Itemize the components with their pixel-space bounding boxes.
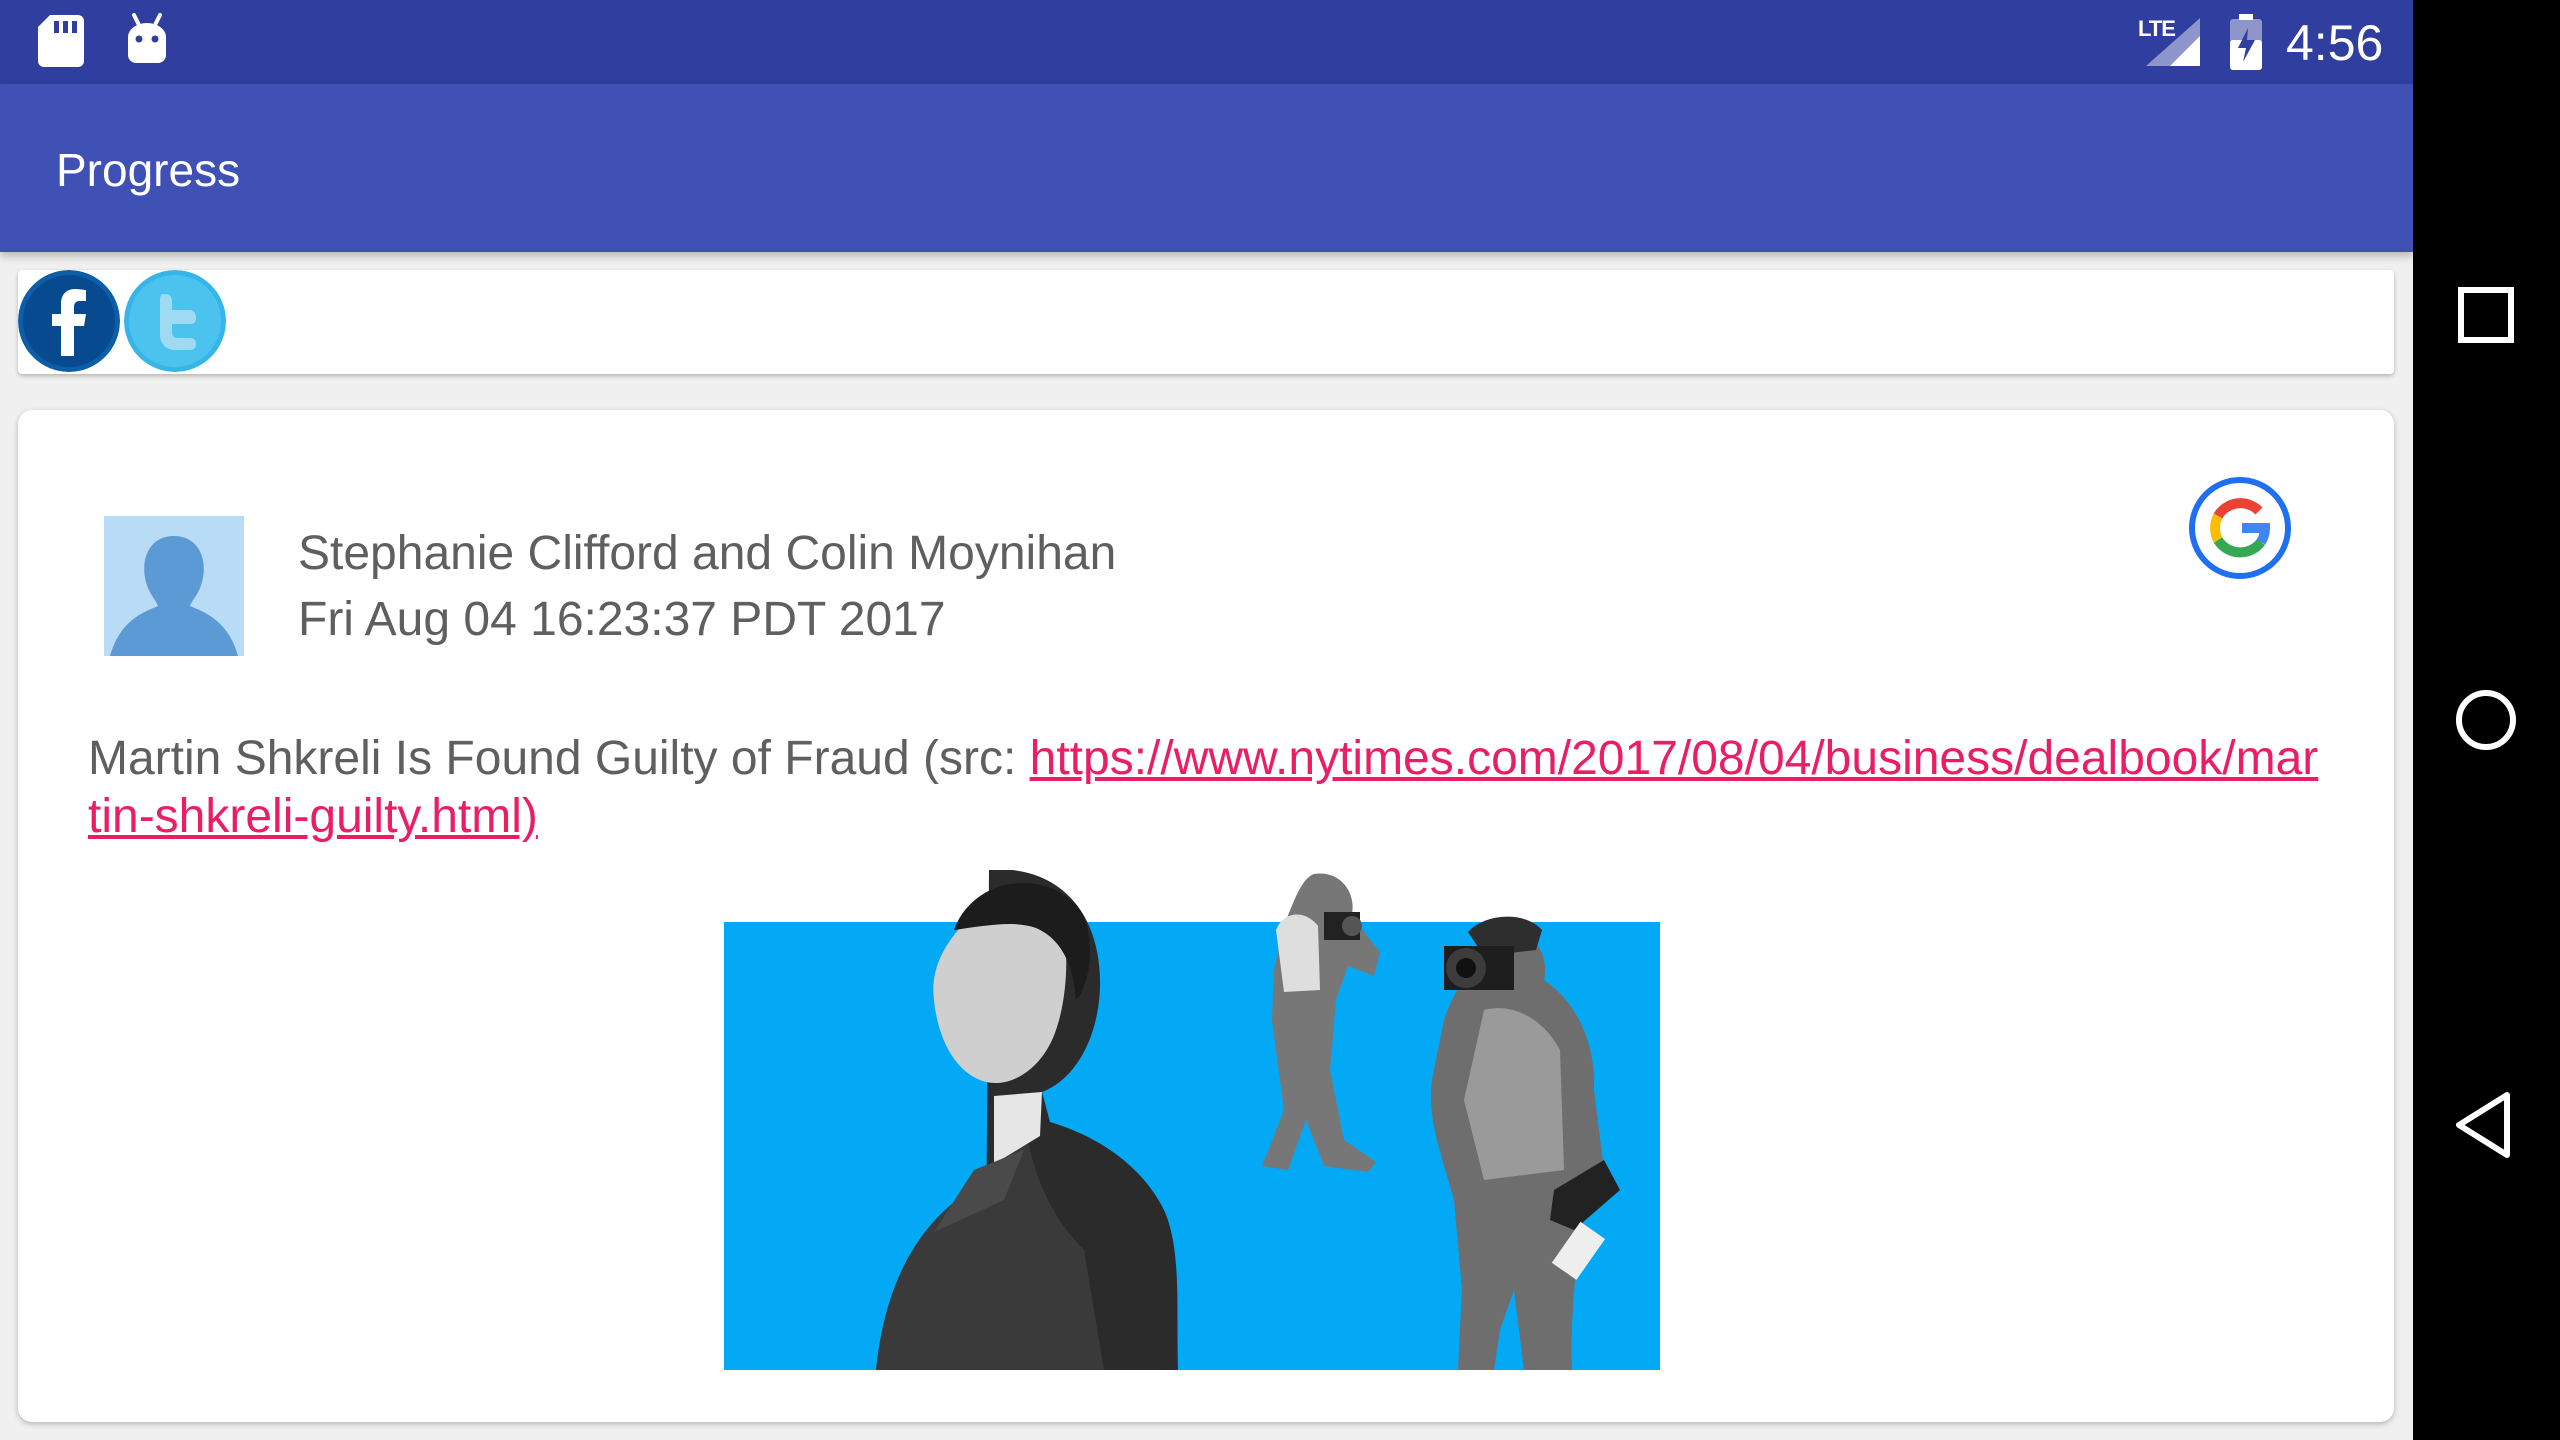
signal-icon <box>2146 18 2200 66</box>
person-icon <box>110 536 238 656</box>
app-title: Progress <box>56 144 241 196</box>
google-icon[interactable] <box>2188 476 2292 580</box>
clock: 4:56 <box>2286 15 2384 71</box>
recents-button[interactable] <box>2413 270 2560 360</box>
navigation-bar <box>2413 0 2560 1440</box>
content-area: Stephanie Clifford and Colin Moynihan Fr… <box>0 252 2413 1440</box>
news-card[interactable]: Stephanie Clifford and Colin Moynihan Fr… <box>18 410 2394 1422</box>
facebook-icon[interactable] <box>18 270 120 372</box>
android-icon <box>128 13 166 63</box>
battery-icon <box>2230 14 2262 70</box>
status-bar: LTE 4:56 <box>0 0 2413 84</box>
share-bar <box>18 270 2394 374</box>
author-name: Stephanie Clifford and Colin Moynihan <box>298 527 1117 580</box>
twitter-icon[interactable] <box>124 270 226 372</box>
app-bar: Progress <box>0 84 2413 252</box>
avatar <box>104 516 244 656</box>
sd-card-icon <box>38 15 84 67</box>
screen: LTE 4:56 Progress Stephanie Clifford and… <box>0 0 2560 1440</box>
article-image[interactable] <box>724 870 1660 1370</box>
home-button[interactable] <box>2413 675 2560 765</box>
back-button[interactable] <box>2413 1080 2560 1170</box>
post-headline: Martin Shkreli Is Found Guilty of Fraud … <box>88 732 1030 785</box>
post-text: Martin Shkreli Is Found Guilty of Fraud … <box>88 730 2328 846</box>
post-date: Fri Aug 04 16:23:37 PDT 2017 <box>298 593 946 646</box>
